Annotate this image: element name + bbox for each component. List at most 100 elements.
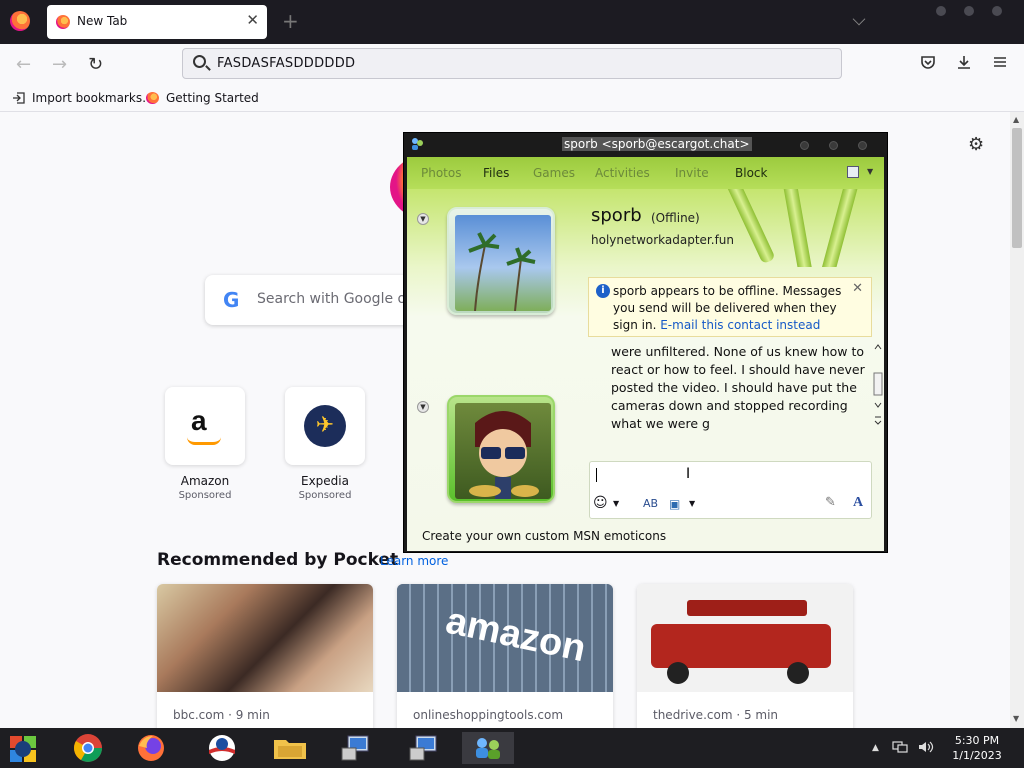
close-info-icon[interactable]: ✕ — [852, 281, 863, 296]
search-placeholder: Search with Google or — [257, 291, 412, 307]
pocket-heading: Recommended by Pocket — [157, 550, 399, 570]
scroll-thumb[interactable] — [1012, 128, 1022, 248]
menu-activities[interactable]: Activities — [595, 166, 650, 180]
wheel-icon — [787, 662, 809, 684]
network-tray-icon[interactable] — [892, 740, 908, 758]
msn-window-title: sporb <sporb@escargot.chat> — [562, 137, 752, 151]
pocket-card[interactable]: bbc.com · 9 min — [157, 584, 373, 728]
minimize-window-button[interactable] — [936, 6, 946, 16]
email-contact-link[interactable]: E-mail this contact instead — [660, 318, 820, 332]
contact-avatar[interactable] — [447, 207, 555, 315]
message-input[interactable]: I — [589, 461, 872, 519]
tab-bar: New Tab ✕ + — [0, 0, 1024, 44]
menu-hamburger-icon[interactable] — [992, 54, 1008, 74]
emoticon-icon[interactable]: ☺ — [593, 495, 608, 511]
pocket-card[interactable]: amazon onlineshoppingtools.com — [397, 584, 613, 728]
card-image: amazon — [397, 584, 613, 692]
new-tab-button[interactable]: + — [282, 9, 299, 33]
menu-block[interactable]: Block — [735, 166, 767, 180]
tile-sponsored: Sponsored — [298, 490, 352, 501]
palm-trees-picture — [455, 215, 551, 311]
display-options-icon[interactable] — [847, 166, 859, 178]
chevron-down-icon[interactable]: ▼ — [689, 499, 695, 508]
msn-messenger-taskbar-icon[interactable] — [462, 732, 514, 764]
custom-emoticons-link[interactable]: Create your own custom MSN emoticons — [422, 529, 666, 543]
show-hidden-icons-chevron-icon[interactable]: ▲ — [872, 743, 879, 753]
expedia-logo-icon: ✈ — [304, 405, 346, 447]
bookmarks-toolbar: Import bookmarks… Getting Started — [0, 84, 1024, 112]
firefox-logo-icon — [10, 11, 30, 31]
taskbar-clock[interactable]: 5:30 PM 1/1/2023 — [948, 733, 1006, 763]
list-tabs-chevron-icon[interactable] — [852, 12, 866, 26]
network-computer-taskbar-icon[interactable] — [398, 732, 450, 764]
card-source: onlineshoppingtools.com — [413, 708, 564, 722]
card-source: bbc.com · 9 min — [173, 708, 270, 722]
pocket-card[interactable]: thedrive.com · 5 min — [637, 584, 853, 728]
scroll-down-icon[interactable]: ▼ — [1013, 714, 1019, 723]
page-scrollbar[interactable]: ▲ ▼ — [1010, 112, 1024, 728]
offline-info-text: sporb appears to be offline. Messages yo… — [613, 284, 842, 332]
tab-title: New Tab — [77, 14, 128, 28]
msn-minimize-button[interactable] — [800, 141, 809, 150]
clock-time: 5:30 PM — [954, 734, 1000, 747]
close-window-button[interactable] — [992, 6, 1002, 16]
top-site-expedia[interactable]: ✈ Expedia Sponsored — [285, 387, 365, 501]
tile-name: Expedia — [301, 474, 349, 488]
card-source: thedrive.com · 5 min — [653, 708, 779, 722]
collapse-self-icon[interactable]: ▼ — [417, 401, 429, 413]
amazon-smile-icon — [187, 437, 221, 445]
menu-files[interactable]: Files — [483, 166, 509, 180]
pocket-learn-more-link[interactable]: Learn more — [380, 554, 448, 568]
self-avatar[interactable] — [447, 395, 555, 503]
bookmark-getting-started[interactable]: Getting Started — [166, 91, 259, 105]
menu-games[interactable]: Games — [533, 166, 575, 180]
chevron-down-icon[interactable]: ▼ — [867, 167, 873, 176]
menu-photos[interactable]: Photos — [421, 166, 461, 180]
tile-name: Amazon — [180, 474, 230, 488]
downloads-icon[interactable] — [956, 54, 972, 74]
chrome-taskbar-icon[interactable] — [62, 732, 114, 764]
maximize-window-button[interactable] — [964, 6, 974, 16]
file-explorer-taskbar-icon[interactable] — [264, 732, 316, 764]
url-text[interactable]: FASDASFASDDDDDD — [217, 56, 355, 71]
top-site-amazon[interactable]: a Amazon Sponsored — [165, 387, 245, 501]
conversation-history: were unfiltered. None of us knew how to … — [611, 344, 865, 431]
forward-arrow-icon[interactable]: → — [52, 54, 67, 75]
msn-title-bar[interactable]: sporb <sporb@escargot.chat> — [404, 133, 887, 157]
menu-invite[interactable]: Invite — [675, 166, 709, 180]
pocket-icon[interactable] — [920, 54, 936, 74]
scroll-up-icon[interactable]: ▲ — [1013, 115, 1019, 124]
amazon-sign-text: amazon — [442, 599, 590, 671]
tab-new-tab[interactable]: New Tab ✕ — [47, 5, 267, 39]
volume-tray-icon[interactable] — [918, 740, 934, 758]
msn-body: Photos Files Games Activities Invite Blo… — [407, 157, 884, 551]
firefox-taskbar-icon[interactable] — [125, 732, 177, 764]
bookmark-import[interactable]: Import bookmarks… — [32, 91, 154, 105]
amazon-tile[interactable]: a — [165, 387, 245, 465]
conversation-scrollbar[interactable] — [873, 343, 883, 433]
msn-conversation-window: sporb <sporb@escargot.chat> Photos Files… — [403, 132, 888, 553]
obama-logo-taskbar-icon[interactable] — [196, 732, 248, 764]
reload-icon[interactable]: ↻ — [88, 54, 103, 75]
back-arrow-icon[interactable]: ← — [16, 54, 31, 75]
start-button[interactable] — [0, 732, 52, 764]
contact-status: (Offline) — [651, 211, 700, 225]
collapse-contact-icon[interactable]: ▼ — [417, 213, 429, 225]
expedia-tile[interactable]: ✈ — [285, 387, 365, 465]
i-beam-cursor-icon: I — [686, 466, 691, 482]
msn-maximize-button[interactable] — [829, 141, 838, 150]
msn-close-button[interactable] — [858, 141, 867, 150]
url-bar[interactable]: FASDASFASDDDDDD — [182, 48, 842, 79]
firefox-favicon-icon — [56, 15, 70, 29]
font-style-icon[interactable]: AB — [643, 497, 658, 510]
close-tab-icon[interactable]: ✕ — [246, 11, 259, 29]
card-image — [157, 584, 373, 692]
handwriting-pen-icon[interactable]: ✎ — [825, 495, 836, 510]
network-computer-taskbar-icon[interactable] — [330, 732, 382, 764]
tile-sponsored: Sponsored — [178, 490, 232, 501]
settings-gear-icon[interactable]: ⚙ — [968, 134, 984, 155]
chevron-down-icon[interactable]: ▼ — [613, 499, 619, 508]
background-image-icon[interactable]: ▣ — [669, 497, 680, 511]
amazon-logo-icon: a — [191, 405, 207, 436]
font-icon[interactable]: A — [853, 495, 863, 511]
